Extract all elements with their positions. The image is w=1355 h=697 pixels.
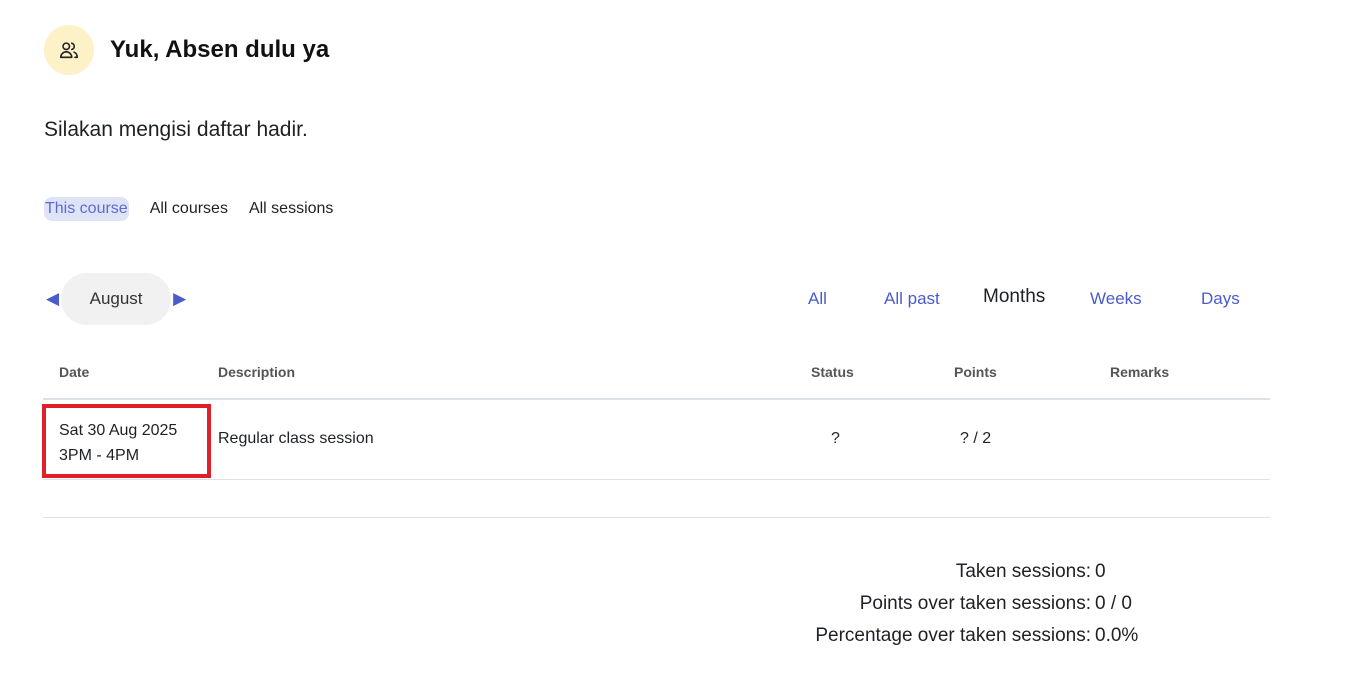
tab-all-sessions[interactable]: All sessions [249,197,333,221]
session-time: 3PM - 4PM [59,447,140,464]
column-header-points: Points [954,364,997,380]
sessions-table: Date Description Status Points Remarks S… [42,345,1270,518]
summary-taken-sessions: Taken sessions: 0 [0,561,1355,593]
summary-value: 0.0% [1095,625,1139,646]
column-header-remarks: Remarks [1110,364,1170,380]
course-filter-tabs: This course All courses All sessions [44,197,354,221]
summary-label: Taken sessions: [955,561,1091,582]
attendance-page: Yuk, Absen dulu ya Silakan mengisi dafta… [0,0,1355,697]
table-row: Sat 30 Aug 2025 3PM - 4PM Regular class … [42,400,1270,480]
view-tab-all[interactable]: All [808,286,827,312]
summary-points-over-taken: Points over taken sessions: 0 / 0 [0,593,1355,625]
tab-all-courses[interactable]: All courses [150,197,228,221]
summary-value: 0 / 0 [1095,593,1132,614]
view-tab-days[interactable]: Days [1201,286,1240,312]
session-date-cell: Sat 30 Aug 2025 3PM - 4PM [42,404,211,478]
users-icon [44,25,94,75]
table-footer-divider [43,480,1270,518]
summary-value: 0 [1095,561,1106,582]
summary-percentage-over-taken: Percentage over taken sessions: 0.0% [0,625,1355,657]
table-header: Date Description Status Points Remarks [43,345,1270,400]
session-points: ? / 2 [960,430,992,447]
page-header: Yuk, Absen dulu ya [44,25,329,75]
session-description: Regular class session [218,430,374,447]
view-tab-all-past[interactable]: All past [884,286,940,312]
view-tabs: All All past Months Weeks Days [0,286,1355,312]
attendance-summary: Taken sessions: 0 Points over taken sess… [0,561,1355,657]
summary-label: Percentage over taken sessions: [815,625,1091,646]
summary-label: Points over taken sessions: [859,593,1091,614]
session-date: Sat 30 Aug 2025 [59,422,178,439]
view-tab-months[interactable]: Months [983,284,1045,310]
column-header-description: Description [218,364,296,380]
view-tab-weeks[interactable]: Weeks [1090,286,1142,312]
intro-text: Silakan mengisi daftar hadir. [44,118,308,141]
tab-this-course[interactable]: This course [44,197,129,221]
session-status: ? [831,430,840,447]
page-title: Yuk, Absen dulu ya [110,36,330,63]
column-header-date: Date [59,364,90,380]
column-header-status: Status [811,364,854,380]
